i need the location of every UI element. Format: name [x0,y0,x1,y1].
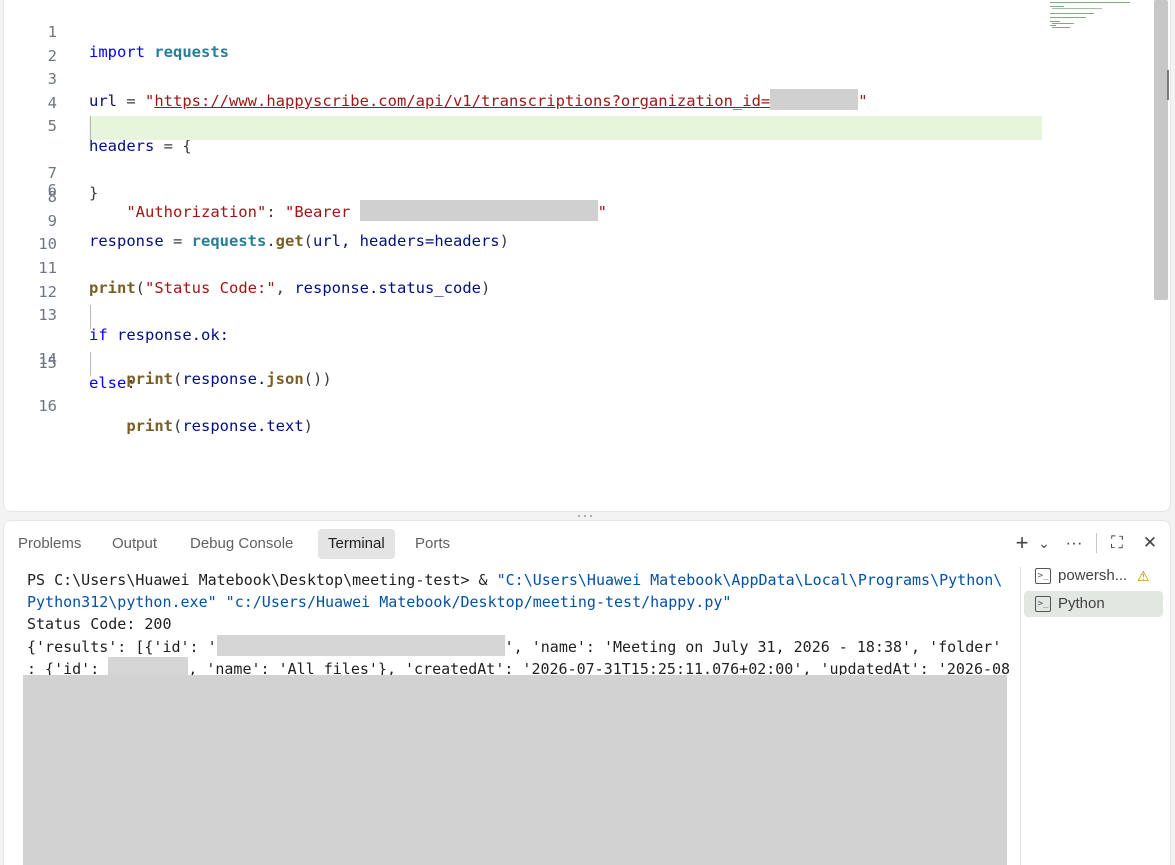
code-line-9[interactable]: 9 response = requests.get(url, headers=h… [4,191,1149,250]
scroll-position-marker [1167,70,1169,100]
code-line-14[interactable]: 14 print(response.json()) [4,305,1149,388]
code-line-12[interactable]: 12 [4,262,1149,301]
actions-divider [1096,533,1097,553]
terminal-item-python[interactable]: >_ Python [1024,591,1163,617]
code-line-8[interactable]: 8 [4,167,1149,206]
panel-resize-handle[interactable] [576,514,594,518]
code-line-16[interactable]: 16 print(response.text) [4,352,1149,435]
indent-guide [90,116,91,140]
terminal-json-line-1: {'results': [{'id': ' ', 'name': 'Meeting… [27,635,1001,657]
indent-guide [90,305,91,329]
code-editor[interactable]: 1 import requests 2 3 url = "https://www… [3,0,1171,512]
code-line-6[interactable]: 6 "Authorization": "Bearer " [4,116,1149,221]
scrollbar-thumb[interactable] [1154,0,1168,300]
new-terminal-button[interactable]: + [1012,529,1032,557]
warning-icon: ⚠ [1137,568,1150,584]
terminal-command-line: PS C:\Users\Huawei Matebook\Desktop\meet… [27,571,1003,589]
code-line-13[interactable]: 13 if response.ok: [4,285,1149,344]
chevron-down-icon[interactable]: ⌄ [1034,529,1054,557]
terminal-status-line: Status Code: 200 [27,615,172,633]
tab-debug-console[interactable]: Debug Console [180,529,303,559]
more-actions-button[interactable]: ··· [1062,529,1086,557]
code-line-1[interactable]: 1 import requests [4,2,1149,61]
code-line-11[interactable]: 11 print("Status Code:", response.status… [4,238,1149,297]
terminal-icon: >_ [1035,568,1051,584]
code-line-4[interactable]: 4 [4,73,1149,112]
terminal-list-divider [1020,567,1021,865]
current-line-highlight [89,116,1042,140]
code-line-10[interactable]: 10 [4,214,1149,253]
redacted-transcription-id [216,635,505,656]
code-line-2[interactable]: 2 [4,26,1149,65]
line-number: 16 [38,397,57,415]
editor-scrollbar[interactable] [1152,0,1169,511]
terminal-item-powershell[interactable]: >_ powersh... ⚠ [1024,563,1163,589]
tab-ports[interactable]: Ports [405,529,460,559]
tab-problems[interactable]: Problems [8,529,91,559]
terminal-command-line-cont: Python312\python.exe" "c:/Users/Huawei M… [27,593,732,611]
maximize-panel-button[interactable]: ⛶ [1104,529,1130,557]
code-line-3[interactable]: 3 url = "https://www.happyscribe.com/api… [4,49,1149,110]
indent-guide [90,352,91,376]
panel-tabs: Problems Output Debug Console Terminal P… [4,521,1170,565]
panel-actions: + ⌄ ··· ⛶ ✕ [1004,529,1170,557]
tab-terminal[interactable]: Terminal [318,529,395,559]
bottom-panel: Problems Output Debug Console Terminal P… [3,520,1171,865]
terminal-icon: >_ [1035,596,1051,612]
close-panel-button[interactable]: ✕ [1138,529,1162,557]
code-line-7[interactable]: 7 } [4,143,1149,202]
minimap[interactable] [1048,0,1138,34]
code-line-15[interactable]: 15 else: [4,333,1149,392]
redacted-terminal-output [23,675,1007,865]
tab-output[interactable]: Output [102,529,167,559]
